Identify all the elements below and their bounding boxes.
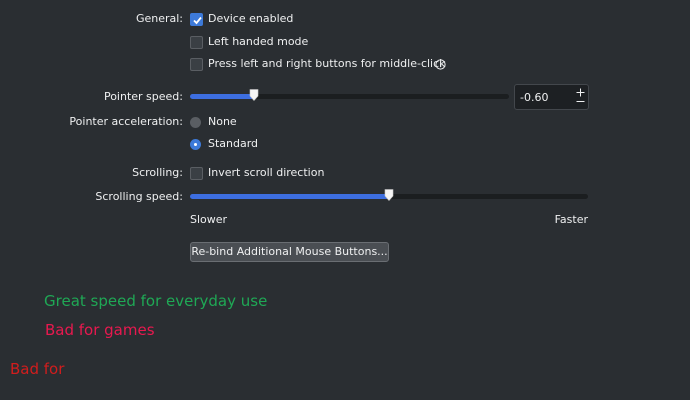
scrolling-label: Scrolling: [132, 166, 183, 179]
general-label: General: [135, 12, 183, 25]
pointer-speed-value: -0.60 [520, 91, 549, 104]
scrolling-speed-label: Scrolling speed: [95, 190, 183, 203]
scrolling-speed-handle[interactable] [384, 189, 394, 201]
checkmark-icon [193, 16, 202, 25]
pointer-speed-label: Pointer speed: [103, 90, 183, 103]
annotation-everyday: Great speed for everyday use [44, 292, 268, 310]
invert-scroll-label: Invert scroll direction [208, 166, 325, 179]
slower-label: Slower [190, 213, 228, 226]
middle-click-checkbox[interactable] [190, 58, 203, 71]
pointer-speed-spinbox[interactable]: -0.60 [514, 84, 589, 110]
left-handed-checkbox[interactable] [190, 36, 203, 49]
pointer-speed-fill [190, 94, 254, 99]
device-enabled-label: Device enabled [208, 12, 294, 25]
info-icon[interactable] [435, 59, 446, 70]
pointer-acceleration-label: Pointer acceleration: [69, 115, 183, 128]
pointer-speed-handle[interactable] [249, 89, 259, 101]
acceleration-standard-radio[interactable] [190, 139, 201, 150]
acceleration-none-radio[interactable] [190, 117, 201, 128]
device-enabled-checkbox[interactable] [190, 13, 203, 26]
minus-icon[interactable] [576, 99, 585, 104]
faster-label: Faster [554, 213, 588, 226]
invert-scroll-checkbox[interactable] [190, 167, 203, 180]
scrolling-speed-fill [190, 194, 389, 199]
rebind-mouse-buttons-button[interactable]: Re-bind Additional Mouse Buttons... [190, 242, 389, 262]
acceleration-none-label: None [208, 115, 237, 128]
left-handed-label: Left handed mode [208, 35, 309, 48]
annotation-bad-for: Bad for [10, 360, 65, 378]
pointer-speed-slider[interactable] [190, 94, 509, 99]
acceleration-standard-label: Standard [208, 137, 259, 150]
middle-click-label: Press left and right buttons for middle-… [208, 57, 446, 70]
plus-icon[interactable] [576, 88, 585, 97]
annotation-bad-games: Bad for games [45, 321, 155, 339]
